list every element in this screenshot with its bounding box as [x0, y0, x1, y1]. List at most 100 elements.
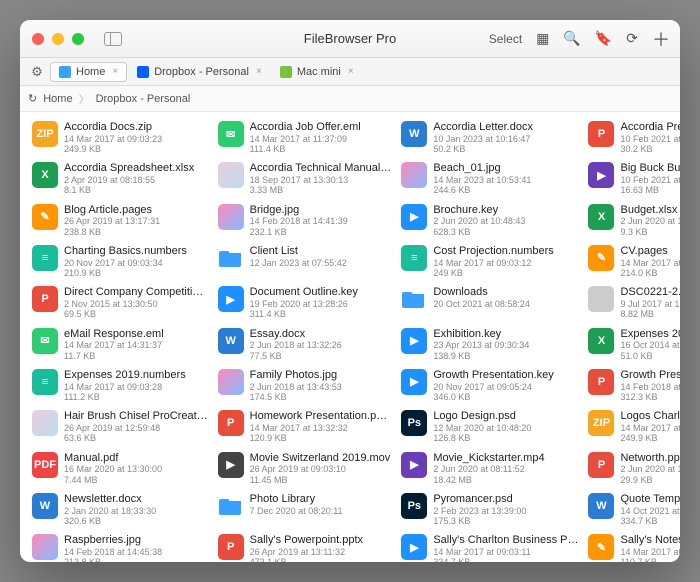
- file-item[interactable]: ✎CV.pages14 Mar 2017 at 13:17:52214.0 KB: [586, 242, 680, 281]
- add-icon[interactable]: ＋: [652, 26, 670, 52]
- close-tab-icon[interactable]: ×: [348, 66, 354, 77]
- file-item[interactable]: Raspberries.jpg14 Feb 2018 at 14:45:3821…: [30, 531, 210, 562]
- file-item[interactable]: ✉eMail Response.eml14 Mar 2017 at 14:31:…: [30, 325, 210, 364]
- file-item[interactable]: ▶Exhibition.key23 Apr 2013 at 09:30:3413…: [399, 325, 580, 364]
- file-date: 26 Apr 2019 at 13:11:32: [250, 547, 392, 557]
- zoom-window-button[interactable]: [72, 33, 84, 45]
- file-item[interactable]: WQuote Template.docx14 Oct 2021 at 12:39…: [586, 490, 680, 529]
- file-item[interactable]: XAccordia Spreadsheet.xlsx2 Apr 2019 at …: [30, 159, 210, 198]
- bookmark-icon[interactable]: 🔖: [595, 30, 612, 47]
- file-item[interactable]: WNewsletter.docx2 Jan 2020 at 18:33:3032…: [30, 490, 210, 529]
- img-icon: [218, 204, 244, 230]
- file-item[interactable]: PsLogo Design.psd12 Mar 2020 at 10:48:20…: [399, 407, 580, 446]
- file-item[interactable]: WAccordia Letter.docx10 Jan 2023 at 10:1…: [399, 118, 580, 157]
- breadcrumb-item[interactable]: Home: [43, 93, 72, 105]
- minimize-window-button[interactable]: [52, 33, 64, 45]
- close-tab-icon[interactable]: ×: [256, 66, 262, 77]
- file-item[interactable]: ✎Sally's Notes.pages14 Mar 2017 at 09:03…: [586, 531, 680, 562]
- file-item[interactable]: Hair Brush Chisel ProCreat…26 Apr 2019 a…: [30, 407, 210, 446]
- file-item[interactable]: Beach_01.jpg14 Mar 2023 at 10:53:41244.6…: [399, 159, 580, 198]
- file-item[interactable]: ≡Charting Basics.numbers20 Nov 2017 at 0…: [30, 242, 210, 281]
- reload-icon[interactable]: ⟳: [626, 30, 638, 47]
- file-item[interactable]: PDirect Company Competiti…2 Nov 2015 at …: [30, 283, 210, 322]
- file-item[interactable]: PsPyromancer.psd2 Feb 2023 at 13:39:0017…: [399, 490, 580, 529]
- thumb-icon: [218, 162, 244, 188]
- settings-icon[interactable]: ⚙: [26, 64, 48, 80]
- file-date: 12 Jan 2023 at 07:55:42: [250, 258, 392, 268]
- file-item[interactable]: ✎Blog Article.pages26 Apr 2019 at 13:17:…: [30, 201, 210, 240]
- file-item[interactable]: Bridge.jpg14 Feb 2018 at 14:41:39232.1 K…: [216, 201, 394, 240]
- file-size: 11.45 MB: [250, 475, 392, 485]
- file-name: Newsletter.docx: [64, 493, 208, 506]
- file-item[interactable]: ▶Brochure.key2 Jun 2020 at 10:48:43628.3…: [399, 201, 580, 240]
- file-date: 14 Mar 2017 at 09:03:29: [620, 423, 680, 433]
- file-item[interactable]: ▶Document Outline.key19 Feb 2020 at 13:2…: [216, 283, 394, 322]
- tab-dropbox-personal[interactable]: Dropbox - Personal×: [129, 62, 270, 82]
- file-item[interactable]: ▶Big Buck Bunny.mp410 Feb 2021 at 09:54:…: [586, 159, 680, 198]
- file-date: 14 Feb 2018 at 14:45:38: [64, 547, 208, 557]
- xlsx-icon: X: [588, 204, 614, 230]
- breadcrumb: ↻ Home 〉 Dropbox - Personal: [20, 86, 680, 112]
- search-icon[interactable]: 🔍: [563, 30, 580, 47]
- file-item[interactable]: DSC0221-2.NEF9 Jul 2017 at 16:12:528.82 …: [586, 283, 680, 322]
- file-item[interactable]: ▶Sally's Charlton Business P…14 Mar 2017…: [399, 531, 580, 562]
- file-item[interactable]: ZIPLogos Charlton Brand.zip14 Mar 2017 a…: [586, 407, 680, 446]
- file-date: 2 Apr 2019 at 08:18:55: [64, 175, 208, 185]
- file-item[interactable]: Photo Library7 Dec 2020 at 08:20:11: [216, 490, 394, 529]
- file-item[interactable]: PAccordia Presentation.pptx10 Feb 2021 a…: [586, 118, 680, 157]
- file-item[interactable]: PHomework Presentation.p…14 Mar 2017 at …: [216, 407, 394, 446]
- breadcrumb-item[interactable]: Dropbox - Personal: [96, 93, 191, 105]
- file-name: Movie Switzerland 2019.mov: [250, 452, 392, 465]
- toggle-sidebar-button[interactable]: [104, 32, 122, 46]
- file-name: Sally's Powerpoint.pptx: [250, 534, 392, 547]
- file-size: 334.7 KB: [433, 557, 578, 562]
- file-item[interactable]: ≡Expenses 2019.numbers14 Mar 2017 at 09:…: [30, 366, 210, 405]
- file-date: 7 Dec 2020 at 08:20:11: [250, 506, 392, 516]
- close-tab-icon[interactable]: ×: [112, 66, 118, 77]
- file-item[interactable]: XExpenses 2018.xlsx16 Oct 2014 at 10:58:…: [586, 325, 680, 364]
- toolbar: Select ▦ 🔍 🔖 ⟳ ＋: [489, 26, 670, 52]
- file-item[interactable]: ZIPAccordia Docs.zip14 Mar 2017 at 09:03…: [30, 118, 210, 157]
- file-size: 244.6 KB: [433, 185, 578, 195]
- history-icon[interactable]: ↻: [28, 92, 37, 105]
- file-item[interactable]: PGrowth Presentation.pptx14 Feb 2018 at …: [586, 366, 680, 405]
- file-name: Expenses 2019.numbers: [64, 369, 208, 382]
- file-item[interactable]: ✉Accordia Job Offer.eml14 Mar 2017 at 11…: [216, 118, 394, 157]
- file-name: Accordia Technical Manual…: [250, 162, 392, 175]
- file-size: 213.8 KB: [64, 557, 208, 562]
- file-item[interactable]: PDFManual.pdf16 Mar 2020 at 13:30:007.44…: [30, 449, 210, 488]
- close-window-button[interactable]: [32, 33, 44, 45]
- file-item[interactable]: PNetworth.pptx2 Jun 2020 at 10:36:3729.9…: [586, 449, 680, 488]
- file-size: 8.1 KB: [64, 185, 208, 195]
- file-item[interactable]: ≡Cost Projection.numbers14 Mar 2017 at 0…: [399, 242, 580, 281]
- file-item[interactable]: ▶Movie Switzerland 2019.mov26 Apr 2019 a…: [216, 449, 394, 488]
- titlebar: FileBrowser Pro Select ▦ 🔍 🔖 ⟳ ＋: [20, 20, 680, 58]
- file-name: Networth.pptx: [620, 452, 680, 465]
- nef-icon: [588, 286, 614, 312]
- zip-icon: ZIP: [588, 410, 614, 436]
- file-size: 9.3 KB: [620, 227, 680, 237]
- file-item[interactable]: Client List12 Jan 2023 at 07:55:42: [216, 242, 394, 281]
- file-name: DSC0221-2.NEF: [620, 286, 680, 299]
- file-item[interactable]: PSally's Powerpoint.pptx26 Apr 2019 at 1…: [216, 531, 394, 562]
- file-size: 29.9 KB: [620, 475, 680, 485]
- file-item[interactable]: WEssay.docx2 Jun 2018 at 13:32:2677.5 KB: [216, 325, 394, 364]
- pptx-icon: P: [588, 369, 614, 395]
- select-button[interactable]: Select: [489, 32, 522, 46]
- file-item[interactable]: ▶Movie_Kickstarter.mp42 Jun 2020 at 08:1…: [399, 449, 580, 488]
- file-item[interactable]: Family Photos.jpg2 Jun 2018 at 13:43:531…: [216, 366, 394, 405]
- tab-mac-mini[interactable]: Mac mini×: [272, 62, 362, 82]
- tab-home[interactable]: Home×: [50, 62, 127, 82]
- folder-icon: [218, 245, 244, 271]
- file-date: 2 Jun 2020 at 08:11:52: [433, 464, 578, 474]
- grid-view-icon[interactable]: ▦: [536, 30, 549, 47]
- pages-icon: ✎: [588, 534, 614, 560]
- file-name: Essay.docx: [250, 328, 392, 341]
- file-size: 18.42 MB: [433, 475, 578, 485]
- file-item[interactable]: ▶Growth Presentation.key20 Nov 2017 at 0…: [399, 366, 580, 405]
- file-item[interactable]: Downloads20 Oct 2021 at 08:58:24: [399, 283, 580, 322]
- file-size: 50.2 KB: [433, 144, 578, 154]
- file-item[interactable]: XBudget.xlsx2 Jun 2020 at 10:36:119.3 KB: [586, 201, 680, 240]
- file-name: Growth Presentation.key: [433, 369, 578, 382]
- file-item[interactable]: Accordia Technical Manual…18 Sep 2017 at…: [216, 159, 394, 198]
